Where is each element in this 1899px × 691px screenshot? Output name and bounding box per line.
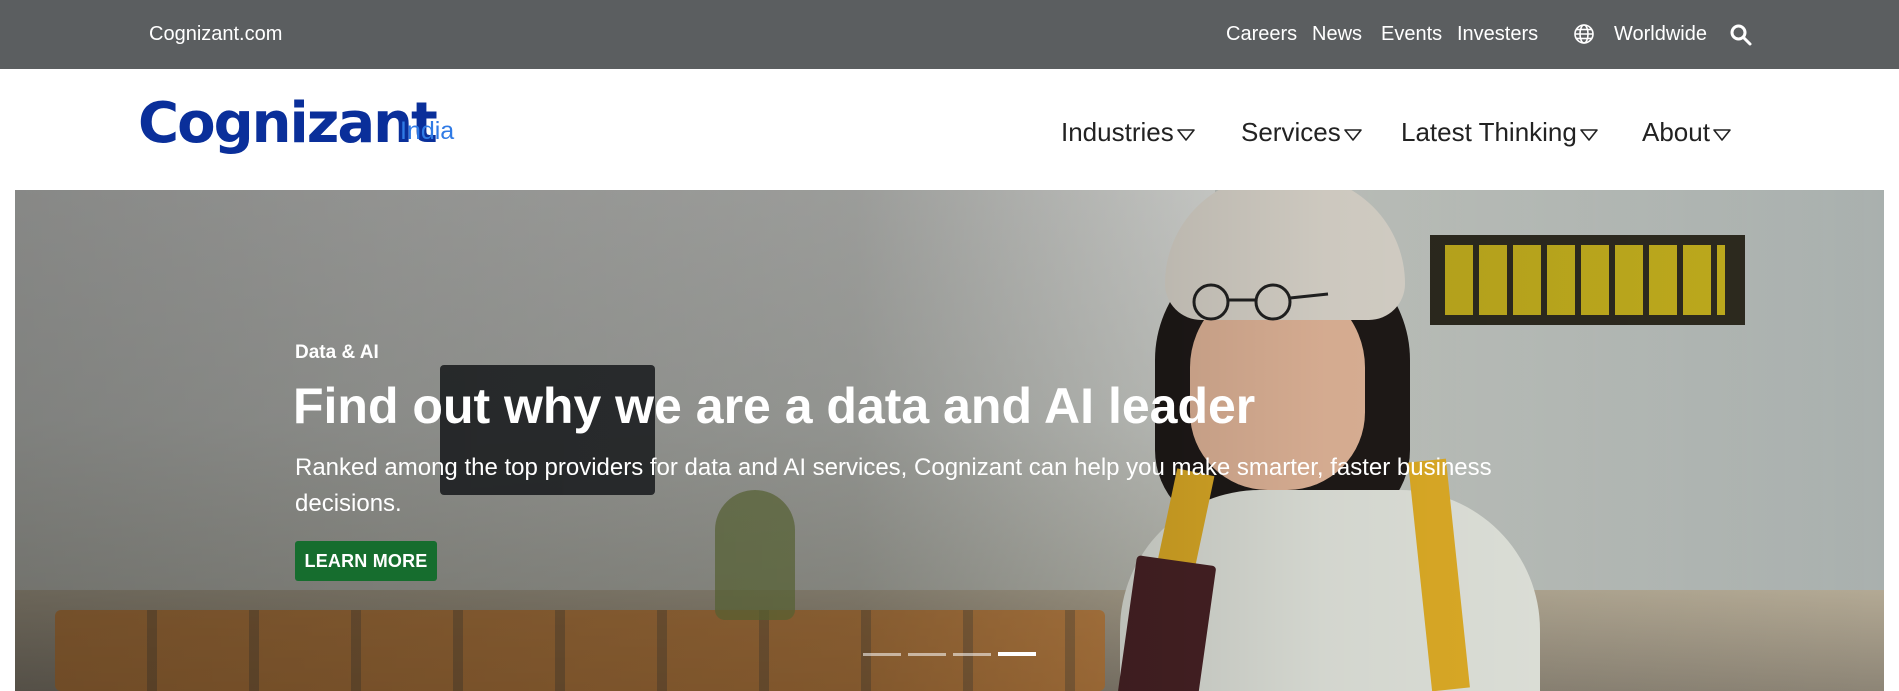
carousel-dot-3[interactable] [953,653,991,656]
triangle-down-icon [1580,128,1598,141]
triangle-down-icon [1343,128,1362,141]
hero-banner [15,190,1884,691]
investers-link[interactable]: Investers [1457,23,1538,46]
triangle-down-icon [1713,128,1731,141]
nav-about-label: About [1642,117,1710,147]
nav-latest-thinking[interactable]: Latest Thinking [1401,117,1599,148]
nav-services-label: Services [1241,117,1341,147]
carousel-dot-4[interactable] [998,652,1036,656]
cognizant-logo[interactable]: Cognizant [138,96,438,152]
events-link[interactable]: Events [1381,23,1442,46]
globe-icon[interactable] [1573,23,1595,45]
carousel-dot-1[interactable] [863,653,901,656]
nav-services[interactable]: Services [1241,117,1363,148]
learn-more-button[interactable]: LEARN MORE [295,541,437,581]
carousel-dot-2[interactable] [908,653,946,656]
hero-eyebrow: Data & AI [295,342,379,363]
hero-overlay [15,190,1884,691]
nav-industries-label: Industries [1061,117,1174,147]
hero-description: Ranked among the top providers for data … [295,454,1492,517]
nav-latest-thinking-label: Latest Thinking [1401,117,1577,147]
region-label[interactable]: India [400,117,454,146]
news-link[interactable]: News [1312,23,1362,46]
main-header: Cognizant India Industries Services Late… [0,69,1899,190]
nav-industries[interactable]: Industries [1061,117,1196,148]
worldwide-selector[interactable]: Worldwide [1614,23,1707,46]
nav-about[interactable]: About [1642,117,1732,148]
search-icon[interactable] [1729,23,1753,47]
careers-link[interactable]: Careers [1226,23,1297,46]
cognizant-com-link[interactable]: Cognizant.com [149,23,282,46]
hero-headline: Find out why we are a data and AI leader [293,378,1256,434]
triangle-down-icon [1176,128,1195,141]
utility-bar: Cognizant.com Careers News Events Invest… [0,0,1899,69]
